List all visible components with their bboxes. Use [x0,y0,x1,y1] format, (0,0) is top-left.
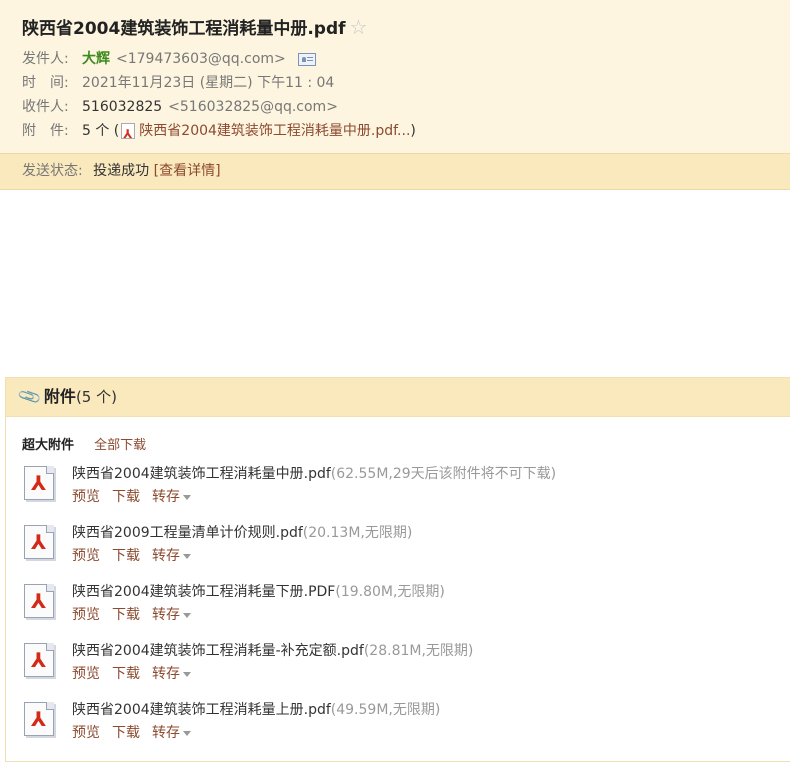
attachments-title: 附件 [43,387,76,406]
attachment-meta: (49.59M,无限期) [330,702,441,718]
save-to-label: 转存 [152,489,180,505]
attach-close: ) [410,123,416,139]
attachment-name[interactable]: 陕西省2004建筑装饰工程消耗量-补充定额.pdf [72,643,364,659]
to-row: 收件人: 516032825 <516032825@qq.com> [22,95,770,119]
paperclip-icon: 📎 [16,383,44,410]
attachment-actions: 预览 下载 转存 [72,663,203,683]
to-label: 收件人: [22,99,69,115]
star-icon[interactable]: ☆ [350,17,368,37]
sender-email: <179473603@qq.com> [116,51,286,67]
send-status-bar: 发送状态: 投递成功 [查看详情] [0,154,790,190]
save-to-link[interactable]: 转存 [152,607,191,623]
mail-header: 陕西省2004建筑装饰工程消耗量中册.pdf ☆ 发件人: 大辉 <179473… [0,0,790,154]
subject-row: 陕西省2004建筑装饰工程消耗量中册.pdf ☆ [22,14,770,40]
download-link[interactable]: 下载 [112,666,140,682]
save-to-label: 转存 [152,607,180,623]
attachment-name[interactable]: 陕西省2004建筑装饰工程消耗量中册.pdf [72,466,331,482]
attachment-actions: 预览 下载 转存 [72,722,203,742]
attach-row: 附 件: 5 个 ( 陕西省2004建筑装饰工程消耗量中册.pdf... ) [22,119,770,146]
pdf-file-icon: ⅄ [24,702,57,739]
caret-down-icon [183,730,191,736]
contact-card-icon[interactable] [297,52,316,66]
save-to-label: 转存 [152,548,180,564]
time-value: 2021年11月23日 (星期二) 下午11 : 04 [82,75,335,91]
attachment-title-line: 陕西省2004建筑装饰工程消耗量上册.pdf(49.59M,无限期) [72,699,440,719]
attachments-header: 📎附件(5 个) [6,378,790,417]
attachment-title-line: 陕西省2004建筑装饰工程消耗量-补充定额.pdf(28.81M,无限期) [72,640,473,660]
preview-link[interactable]: 预览 [72,666,100,682]
caret-down-icon [183,612,191,618]
from-row: 发件人: 大辉 <179473603@qq.com> [22,47,770,71]
save-to-label: 转存 [152,666,180,682]
attachment-title-line: 陕西省2004建筑装饰工程消耗量中册.pdf(62.55M,29天后该附件将不可… [72,463,556,483]
attachments-panel: 📎附件(5 个) 超大附件 全部下载 ⅄ 陕西省2004建筑装饰工程消耗量中册.… [5,377,790,762]
attachment-link[interactable]: 陕西省2004建筑装饰工程消耗量中册.pdf... [139,119,410,143]
preview-link[interactable]: 预览 [72,725,100,741]
pdf-file-icon: ⅄ [24,584,57,621]
attachment-name[interactable]: 陕西省2004建筑装饰工程消耗量下册.PDF [72,584,335,600]
attachment-name[interactable]: 陕西省2004建筑装饰工程消耗量上册.pdf [72,702,331,718]
attachments-subheader: 超大附件 全部下载 [6,417,790,453]
preview-link[interactable]: 预览 [72,489,100,505]
download-link[interactable]: 下载 [112,607,140,623]
recipient-name[interactable]: 516032825 [82,95,162,119]
pdf-file-icon: ⅄ [24,466,57,503]
attachment-meta: (19.80M,无限期) [335,584,445,600]
caret-down-icon [183,671,191,677]
attachment-actions: 预览 下载 转存 [72,486,203,506]
caret-down-icon [183,494,191,500]
attachment-meta: (28.81M,无限期) [363,643,474,659]
download-link[interactable]: 下载 [112,489,140,505]
attachments-count: (5 个) [75,388,117,406]
download-all-link[interactable]: 全部下载 [94,438,146,453]
large-attachments-label: 超大附件 [22,438,75,453]
caret-down-icon [183,553,191,559]
pdf-file-icon: ⅄ [24,525,57,562]
attachment-meta: (20.13M,无限期) [302,525,413,541]
view-details-link[interactable]: [查看详情] [154,163,221,179]
attachment-title-line: 陕西省2004建筑装饰工程消耗量下册.PDF(19.80M,无限期) [72,581,445,601]
save-to-link[interactable]: 转存 [152,666,191,682]
save-to-link[interactable]: 转存 [152,548,191,564]
attachment-actions: 预览 下载 转存 [72,604,203,624]
preview-link[interactable]: 预览 [72,548,100,564]
attachment-meta: (62.55M,29天后该附件将不可下载) [330,466,557,482]
status-label: 发送状态: [22,163,83,179]
attachment-actions: 预览 下载 转存 [72,545,203,565]
sender-name[interactable]: 大辉 [82,47,110,71]
recipient-email: <516032825@qq.com> [168,99,338,115]
from-label: 发件人: [22,51,69,67]
preview-link[interactable]: 预览 [72,607,100,623]
download-link[interactable]: 下载 [112,725,140,741]
download-link[interactable]: 下载 [112,548,140,564]
time-label: 时 间: [22,75,69,91]
save-to-link[interactable]: 转存 [152,489,191,505]
time-row: 时 间: 2021年11月23日 (星期二) 下午11 : 04 [22,71,770,95]
attach-count: 5 个 ( [82,123,120,139]
status-value: 投递成功 [93,163,150,179]
attach-label: 附 件: [22,123,69,139]
save-to-label: 转存 [152,725,180,741]
attachment-title-line: 陕西省2009工程量清单计价规则.pdf(20.13M,无限期) [72,522,412,542]
mail-subject: 陕西省2004建筑装饰工程消耗量中册.pdf [22,19,346,39]
save-to-link[interactable]: 转存 [152,725,191,741]
pdf-file-icon: ⅄ [24,643,57,680]
attachment-name[interactable]: 陕西省2009工程量清单计价规则.pdf [72,525,303,541]
pdf-icon [121,122,136,146]
